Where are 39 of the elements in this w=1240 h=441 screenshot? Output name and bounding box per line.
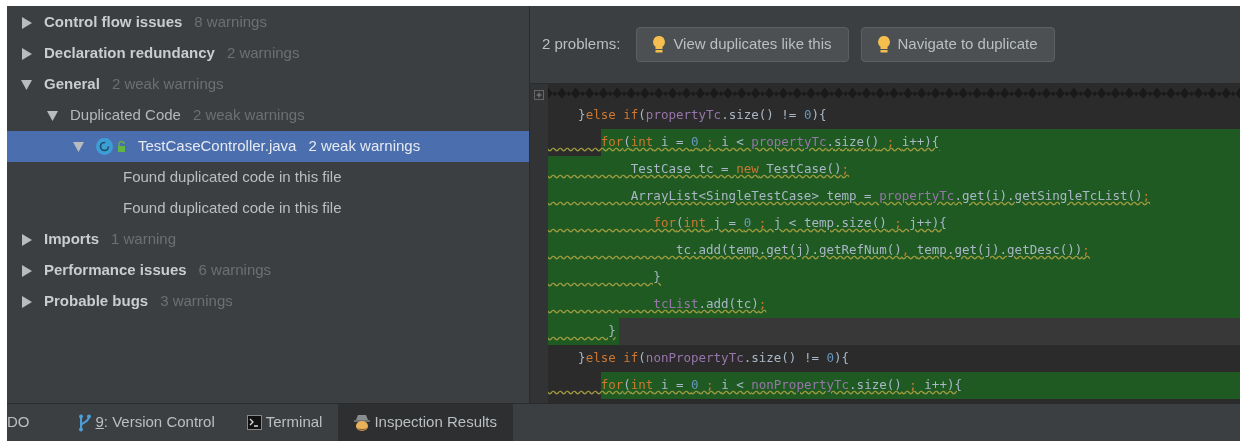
tree-label: TestCaseController.java	[138, 136, 297, 157]
collapsed-arrow-icon[interactable]	[21, 16, 32, 29]
tree-label: Found duplicated code in this file	[123, 198, 342, 219]
lightbulb-icon	[877, 35, 890, 54]
tree-count: 2 weak warnings	[308, 136, 421, 157]
code-line: }else if(propertyTc.size() != 0){	[577, 106, 828, 125]
collapsed-arrow-icon[interactable]	[21, 264, 32, 277]
tree-label: Found duplicated code in this file	[123, 167, 342, 188]
expanded-arrow-icon[interactable]	[47, 109, 58, 122]
tree-label: General	[44, 74, 100, 95]
expanded-arrow-icon[interactable]	[21, 78, 32, 91]
terminal-icon	[246, 415, 262, 430]
fold-icon[interactable]	[534, 90, 544, 100]
selected-tree-row[interactable]: TestCaseController.java 2 weak warnings	[7, 131, 529, 162]
collapsed-arrow-icon[interactable]	[21, 233, 32, 246]
tool-window-tab[interactable]: DO	[7, 404, 62, 441]
lightbulb-icon	[653, 35, 666, 54]
tree-label: Imports	[44, 229, 99, 250]
tree-label: Control flow issues	[44, 12, 183, 33]
tree-label: Performance issues	[44, 260, 187, 281]
expanded-arrow-icon[interactable]	[73, 140, 84, 153]
class-icon	[96, 138, 113, 155]
action-button[interactable]: Navigate to duplicate	[860, 27, 1055, 62]
inspector-icon	[354, 413, 371, 432]
tree-label: Probable bugs	[44, 291, 149, 312]
collapsed-arrow-icon[interactable]	[21, 295, 32, 308]
tool-window-tab[interactable]: 9: Version Control	[61, 404, 231, 441]
problems-count: 2 problems:	[542, 34, 621, 55]
tree-label: Declaration redundancy	[44, 43, 215, 64]
tool-window-tab[interactable]: Inspection Results	[338, 404, 513, 441]
tree-label: Duplicated Code	[70, 105, 181, 126]
tree-row[interactable]: Found duplicated code in this file	[7, 162, 529, 193]
branch-icon	[77, 413, 92, 432]
action-button[interactable]: View duplicates like this	[636, 27, 849, 62]
collapsed-arrow-icon[interactable]	[21, 47, 32, 60]
tool-window-tab[interactable]: Terminal	[230, 404, 339, 441]
tree-row[interactable]: Found duplicated code in this file	[7, 193, 529, 224]
code-line: }else if(nonPropertyTc.size() != 0){	[577, 349, 851, 368]
lock-icon	[117, 141, 126, 152]
